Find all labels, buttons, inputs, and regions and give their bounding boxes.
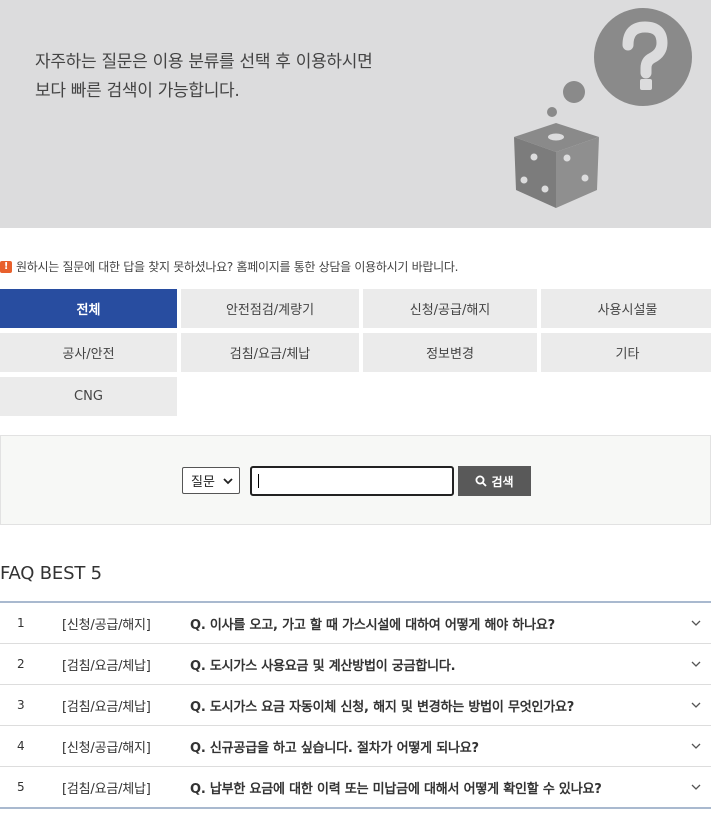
tab-cng[interactable]: CNG: [0, 377, 177, 416]
faq-row[interactable]: 2 [검침/요금/체납] Q. 도시가스 사용요금 및 계산방법이 궁금합니다.: [0, 644, 711, 685]
tab-other[interactable]: 기타: [541, 333, 711, 372]
search-button[interactable]: 검색: [458, 466, 531, 496]
faq-row[interactable]: 5 [검침/요금/체납] Q. 납부한 요금에 대한 이력 또는 미납금에 대해…: [0, 767, 711, 807]
tab-safety-meter[interactable]: 안전점검/계량기: [181, 289, 359, 328]
faq-number: 3: [17, 698, 25, 712]
search-type-select[interactable]: 질문: [182, 467, 240, 494]
faq-question[interactable]: Q. 도시가스 요금 자동이체 신청, 해지 및 변경하는 방법이 무엇인가요?: [190, 696, 574, 715]
tab-facilities[interactable]: 사용시설물: [541, 289, 711, 328]
faq-row[interactable]: 4 [신청/공급/해지] Q. 신규공급을 하고 싶습니다. 절차가 어떻게 되…: [0, 726, 711, 767]
banner-line-2: 보다 빠른 검색이 가능합니다.: [35, 81, 240, 101]
faq-row[interactable]: 1 [신청/공급/해지] Q. 이사를 오고, 가고 할 때 가스시설에 대하여…: [0, 603, 711, 644]
tab-all[interactable]: 전체: [0, 289, 177, 328]
search-icon: [475, 475, 488, 487]
faq-question[interactable]: Q. 신규공급을 하고 싶습니다. 절차가 어떻게 되나요?: [190, 737, 479, 756]
banner-line-1: 자주하는 질문은 이용 분류를 선택 후 이용하시면: [35, 52, 373, 72]
tab-apply-supply[interactable]: 신청/공급/해지: [363, 289, 537, 328]
chevron-down-icon[interactable]: [690, 740, 702, 752]
faq-category: [신청/공급/해지]: [62, 617, 151, 633]
faq-row[interactable]: 3 [검침/요금/체납] Q. 도시가스 요금 자동이체 신청, 해지 및 변경…: [0, 685, 711, 726]
faq-category: [신청/공급/해지]: [62, 740, 151, 756]
faq-number: 5: [17, 780, 25, 794]
search-type-value: 질문: [191, 475, 215, 490]
chevron-down-icon: [223, 478, 233, 485]
faq-question[interactable]: Q. 도시가스 사용요금 및 계산방법이 궁금합니다.: [190, 655, 456, 674]
chevron-down-icon[interactable]: [690, 658, 702, 670]
tab-construction-safety[interactable]: 공사/안전: [0, 333, 177, 372]
exclamation-icon: !: [0, 260, 12, 273]
faq-list: 1 [신청/공급/해지] Q. 이사를 오고, 가고 할 때 가스시설에 대하여…: [0, 601, 711, 809]
notice-line: ! 원하시는 질문에 대한 답을 찾지 못하셨나요? 홈페이지를 통한 상담을 …: [0, 258, 458, 275]
faq-question[interactable]: Q. 이사를 오고, 가고 할 때 가스시설에 대하여 어떻게 해야 하나요?: [190, 614, 555, 633]
category-tabs: 전체 안전점검/계량기 신청/공급/해지 사용시설물 공사/안전 검침/요금/체…: [0, 289, 711, 416]
tab-info-change[interactable]: 정보변경: [363, 333, 537, 372]
faq-question[interactable]: Q. 납부한 요금에 대한 이력 또는 미납금에 대해서 어떻게 확인할 수 있…: [190, 778, 602, 797]
faq-category: [검침/요금/체납]: [62, 699, 151, 715]
chevron-down-icon[interactable]: [690, 699, 702, 711]
question-dice-illustration: [514, 8, 692, 208]
search-panel: 질문 검색: [0, 435, 711, 525]
chevron-down-icon[interactable]: [690, 781, 702, 793]
faq-category: [검침/요금/체납]: [62, 781, 151, 797]
banner-text: 자주하는 질문은 이용 분류를 선택 후 이용하시면 보다 빠른 검색이 가능합…: [35, 48, 373, 106]
faq-number: 1: [17, 616, 25, 630]
faq-title: FAQ BEST 5: [0, 563, 102, 584]
chevron-down-icon[interactable]: [690, 617, 702, 629]
search-button-label: 검색: [491, 474, 514, 489]
text-caret: [258, 474, 259, 488]
search-input[interactable]: [250, 466, 454, 496]
notice-text: 원하시는 질문에 대한 답을 찾지 못하셨나요? 홈페이지를 통한 상담을 이용…: [16, 260, 459, 274]
faq-banner: 자주하는 질문은 이용 분류를 선택 후 이용하시면 보다 빠른 검색이 가능합…: [0, 0, 711, 228]
faq-category: [검침/요금/체납]: [62, 658, 151, 674]
faq-number: 2: [17, 657, 25, 671]
faq-number: 4: [17, 739, 25, 753]
tab-meter-billing[interactable]: 검침/요금/체납: [181, 333, 359, 372]
